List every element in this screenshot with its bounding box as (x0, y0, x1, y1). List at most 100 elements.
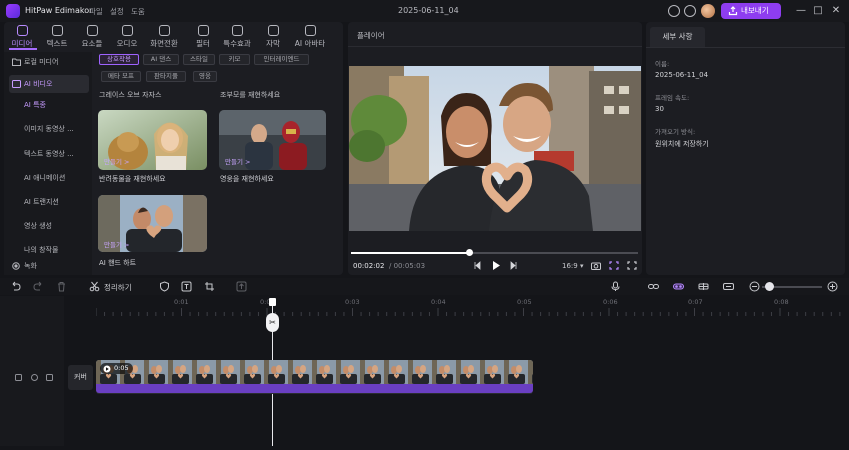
tab-elements[interactable]: 요소들 (75, 25, 109, 49)
tab-audio[interactable]: 오디오 (110, 25, 144, 49)
sidebar-item-recording[interactable]: 녹화 (9, 257, 89, 275)
clip-frame (384, 360, 408, 384)
chip-ai-dance[interactable]: AI 댄스 (143, 54, 179, 65)
tab-ai-avatar[interactable]: AI 아바타 (290, 25, 330, 49)
section-title: 조부모를 재현하세요 (220, 91, 281, 99)
chip-hero[interactable]: 영웅 (193, 71, 217, 82)
ruler-label: 0:07 (688, 298, 703, 306)
tab-label: 자막 (266, 39, 280, 48)
magnet-icon[interactable] (673, 281, 684, 292)
ruler-label: 0:05 (517, 298, 532, 306)
track-visibility-icon[interactable] (31, 374, 38, 381)
template-card-hero[interactable]: 만들기 > (219, 110, 326, 170)
tab-details[interactable]: 세부 사항 (650, 27, 705, 47)
sidebar-item-video-generation[interactable]: 영상 생성 (9, 217, 89, 235)
next-frame-icon[interactable] (509, 261, 518, 270)
snapshot-icon[interactable] (591, 261, 601, 270)
filter-icon (197, 25, 209, 36)
name-value: 2025-06-11_04 (655, 71, 709, 79)
previous-frame-icon[interactable] (473, 261, 482, 270)
template-card-heart-hands[interactable]: 만들기 > (98, 195, 207, 252)
tab-media[interactable]: 미디어 (5, 25, 39, 49)
clip-frame (288, 360, 312, 384)
close-icon[interactable]: ✕ (829, 4, 843, 18)
shield-icon[interactable] (159, 281, 170, 292)
scrubber-handle[interactable] (465, 249, 473, 256)
chip-kimo[interactable]: 키모 (219, 54, 250, 65)
document-title: 2025-06-11_04 (398, 6, 459, 15)
tab-effects[interactable]: 특수효과 (220, 25, 254, 49)
sidebar-item-ai-transition[interactable]: AI 트랜지션 (9, 193, 89, 211)
microphone-icon[interactable] (610, 281, 621, 292)
scissors-icon[interactable] (89, 281, 100, 292)
clip-frame (336, 360, 360, 384)
chip-fantasy[interactable]: 판타지풀 (146, 71, 186, 82)
split-button[interactable]: ✂ (266, 313, 279, 332)
track-audio-icon[interactable] (46, 374, 53, 381)
chip-meta-morph[interactable]: 메타 모프 (101, 71, 141, 82)
crop-icon[interactable] (204, 281, 215, 292)
safe-area-icon[interactable] (609, 261, 619, 270)
tab-subtitles[interactable]: 자막 (256, 25, 290, 49)
avatar[interactable] (701, 4, 715, 18)
sidebar-item-image-to-video[interactable]: 이미지 동영상 ... (9, 120, 89, 138)
fullscreen-icon[interactable] (627, 261, 637, 270)
clip-audio-waveform[interactable] (96, 384, 533, 393)
export-frame-icon[interactable] (236, 281, 247, 292)
menu-help[interactable]: 도움 (131, 6, 145, 17)
ruler-label: 0:08 (774, 298, 789, 306)
sidebar-item-label: 녹화 (24, 262, 37, 270)
download-icon[interactable] (684, 5, 696, 17)
sidebar-item-ai-animation[interactable]: AI 애니메이션 (9, 169, 89, 187)
playhead-handle[interactable] (269, 298, 276, 306)
video-preview[interactable] (349, 66, 641, 231)
chip-interaction[interactable]: 상호작용 (99, 54, 139, 65)
sidebar-item-ai-special[interactable]: AI 특종 (9, 96, 89, 114)
tidy-button[interactable]: 정리하기 (104, 282, 132, 293)
clip-frame (408, 360, 432, 384)
tab-label: 오디오 (116, 39, 138, 48)
zoom-in-icon[interactable] (827, 281, 838, 292)
aspect-ratio-select[interactable]: 16:9 ▾ (562, 262, 583, 270)
delete-icon[interactable] (56, 281, 67, 292)
sidebar-item-local-media[interactable]: 로컬 미디어 (9, 53, 89, 71)
text-box-icon[interactable] (181, 281, 192, 292)
cover-button[interactable]: 커버 (68, 365, 93, 390)
chip-style[interactable]: 스타일 (183, 54, 215, 65)
zoom-out-icon[interactable] (749, 281, 760, 292)
chip-interlayend[interactable]: 인터레이엔드 (254, 54, 309, 65)
current-time: 00:02:02 (353, 262, 385, 270)
link-icon[interactable] (648, 281, 659, 292)
play-circle-icon (103, 365, 111, 373)
sidebar-item-ai-video[interactable]: AI 비디오 (9, 75, 89, 93)
zoom-slider-handle[interactable] (765, 282, 774, 291)
card-caption: 반려동물을 재현하세요 (99, 175, 166, 183)
card-action: 만들기 > (104, 158, 130, 166)
tab-text[interactable]: 텍스트 (40, 25, 74, 49)
play-icon[interactable] (491, 260, 501, 271)
redo-icon[interactable] (33, 281, 44, 292)
tab-label: 특수효과 (223, 39, 251, 48)
effects-icon (231, 25, 243, 36)
track-lock-icon[interactable] (15, 374, 22, 381)
menu-settings[interactable]: 설정 (110, 6, 124, 17)
clip-frame (456, 360, 480, 384)
menu-file[interactable]: 파일 (89, 6, 103, 17)
tab-transitions[interactable]: 화면전환 (147, 25, 181, 49)
feedback-icon[interactable] (668, 5, 680, 17)
ruler-label: 0:04 (431, 298, 446, 306)
maximize-icon[interactable]: □ (811, 4, 825, 18)
record-icon (12, 262, 20, 270)
minimize-icon[interactable]: — (794, 4, 808, 18)
clip-frame (312, 360, 336, 384)
export-button[interactable]: 내보내기 (721, 3, 781, 19)
music-note-icon (121, 25, 133, 36)
fit-timeline-icon[interactable] (723, 281, 734, 292)
timeline-ruler[interactable] (96, 308, 846, 316)
clip-frame (216, 360, 240, 384)
tab-filters[interactable]: 필터 (186, 25, 220, 49)
split-audio-icon[interactable] (698, 281, 709, 292)
undo-icon[interactable] (10, 281, 21, 292)
sidebar-item-text-to-video[interactable]: 텍스트 동영상 ... (9, 145, 89, 163)
template-card-pet[interactable]: 만들기 > (98, 110, 207, 170)
